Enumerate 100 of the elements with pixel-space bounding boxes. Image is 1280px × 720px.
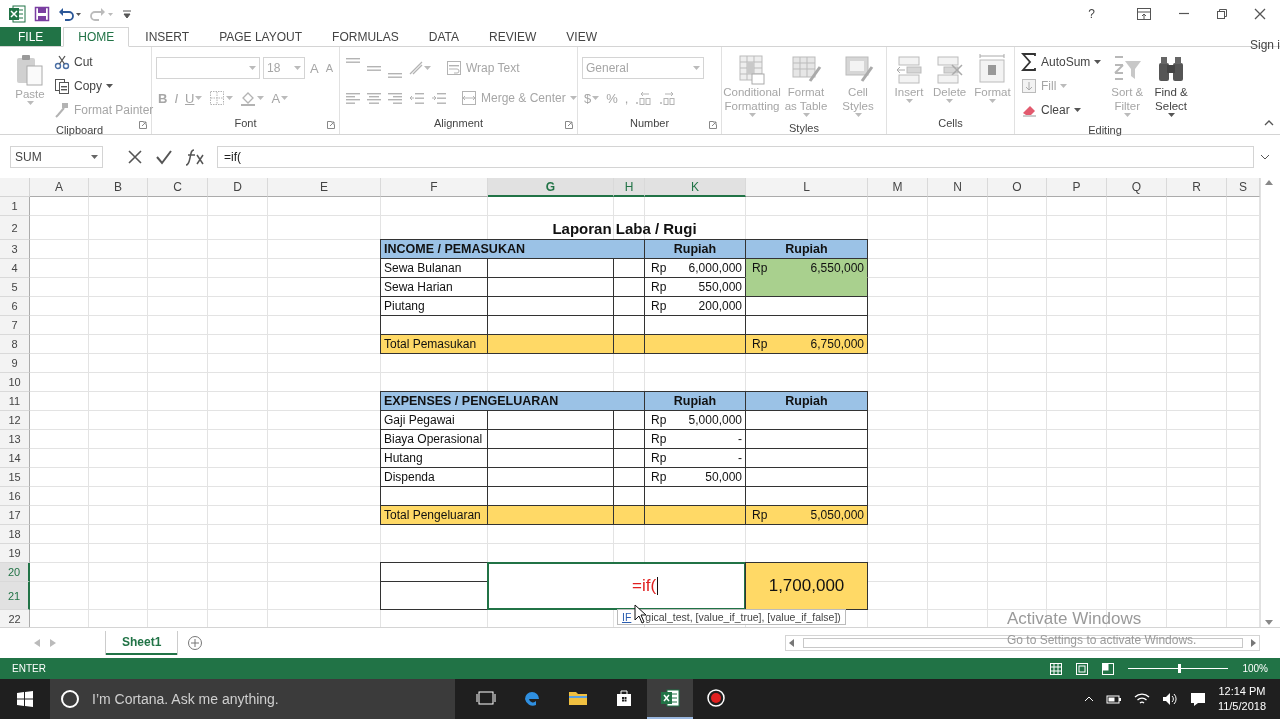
horizontal-scrollbar[interactable] [785,635,1260,651]
ribbon-button[interactable]: Clear [1019,99,1104,121]
column-header[interactable]: F [381,178,488,197]
column-header[interactable]: A [30,178,89,197]
customize-icon[interactable] [122,8,132,19]
ribbon-tab[interactable]: PAGE LAYOUT [205,27,317,46]
row-header[interactable]: 8 [0,335,30,354]
column-header[interactable]: S [1227,178,1260,197]
restore-icon[interactable] [1216,7,1228,20]
expand-icon[interactable] [1260,153,1270,160]
column-header[interactable]: C [148,178,208,197]
column-header[interactable]: D [208,178,268,197]
dialog-launcher-icon[interactable] [139,121,147,129]
row-header[interactable]: 20 [0,563,30,582]
ribbon-tab[interactable]: HOME [63,27,130,47]
notification-icon[interactable] [1189,692,1206,706]
ribbon-tab[interactable]: DATA [414,27,473,46]
column-header[interactable]: Q [1107,178,1167,197]
row-header[interactable]: 18 [0,525,30,544]
save-icon[interactable] [34,5,50,22]
show-hidden-icon[interactable] [1083,696,1094,702]
row-header[interactable]: 1 [0,197,30,216]
row-header[interactable]: 13 [0,430,30,449]
ribbon-button[interactable]: AutoSum [1019,51,1104,73]
row-header[interactable]: 16 [0,487,30,506]
scroll-up-icon[interactable] [1264,180,1273,185]
column-header[interactable]: H [614,178,645,197]
ribbon-tab[interactable]: FORMULAS [318,27,413,46]
row-header[interactable]: 6 [0,297,30,316]
taskbar-button[interactable] [647,679,693,719]
check-icon[interactable] [155,148,173,165]
column-header[interactable]: N [928,178,988,197]
row-header[interactable]: 9 [0,354,30,373]
column-header[interactable]: E [268,178,381,197]
row-header[interactable]: 5 [0,278,30,297]
wrap-text-icon [446,60,462,76]
sign-in-link[interactable]: Sign i [1249,21,1280,52]
ribbon-options-icon[interactable] [1136,6,1152,21]
row-header[interactable]: 19 [0,544,30,563]
page-break-icon[interactable] [1102,662,1115,675]
ribbon-tab[interactable]: REVIEW [475,27,551,46]
row-header[interactable]: 2 [0,216,30,240]
page-layout-icon[interactable] [1076,662,1089,675]
search-field[interactable]: I’m Cortana. Ask me anything. [90,690,450,708]
dialog-launcher-icon[interactable] [565,121,573,129]
column-header[interactable]: M [868,178,928,197]
collapse-icon[interactable] [1264,120,1274,126]
name-box[interactable]: SUM [10,145,103,168]
scroll-right-icon[interactable] [1251,639,1256,647]
ribbon-button[interactable]: Copy [52,75,156,97]
column-header[interactable]: G [488,178,614,197]
column-header[interactable]: B [89,178,148,197]
column-header[interactable]: R [1167,178,1227,197]
windows-start-icon[interactable] [17,691,33,707]
row-header[interactable]: 15 [0,468,30,487]
normal-view-icon[interactable] [1050,662,1063,675]
row-header[interactable]: 10 [0,373,30,392]
volume-icon[interactable] [1161,692,1178,706]
ribbon-tab[interactable]: VIEW [552,27,611,46]
function-icon[interactable] [185,147,205,166]
vertical-scrollbar[interactable] [1260,178,1276,627]
ribbon-tab[interactable]: INSERT [131,27,204,46]
row-header[interactable]: 17 [0,506,30,525]
row-header[interactable]: 7 [0,316,30,335]
scroll-down-icon[interactable] [1264,620,1273,625]
column-header[interactable]: P [1047,178,1107,197]
dialog-launcher-icon[interactable] [327,121,335,129]
clock-time[interactable]: 12:14 PM [1218,684,1266,699]
column-header[interactable]: L [746,178,868,197]
column-header[interactable]: K [645,178,746,197]
battery-icon[interactable] [1105,693,1122,705]
dialog-launcher-icon[interactable] [709,121,717,129]
ribbon-button[interactable]: Cut [52,51,156,73]
close-icon[interactable] [1254,7,1266,20]
minimize-icon[interactable] [1178,12,1190,15]
wifi-icon[interactable] [1133,692,1150,706]
row-header[interactable]: 3 [0,240,30,259]
add-sheet-icon[interactable] [187,635,204,651]
zoom-level[interactable]: 100% [1242,663,1268,674]
row-header[interactable]: 21 [0,582,30,610]
help-button[interactable]: ? [1074,6,1109,21]
row-header[interactable]: 14 [0,449,30,468]
currency-label: Rp [651,261,667,275]
formula-field[interactable]: =if( [217,145,1254,168]
ribbon-button[interactable]: Find & Select [1151,51,1191,121]
ribbon-tab[interactable]: FILE [0,27,62,46]
row-header[interactable]: 12 [0,411,30,430]
row-header[interactable]: 4 [0,259,30,278]
row-header[interactable]: 22 [0,610,30,627]
clock-date[interactable]: 11/5/2018 [1217,699,1266,714]
cancel-icon[interactable] [127,148,143,165]
column-header[interactable]: O [988,178,1047,197]
scroll-left-icon[interactable] [789,639,794,647]
search-box[interactable]: I’m Cortana. Ask me anything. [50,679,455,719]
zoom-thumb[interactable] [1178,664,1182,673]
cell-editor[interactable]: =if( [487,562,746,610]
merge-icon [461,90,477,106]
sheet-tab[interactable]: Sheet1 [106,631,178,655]
align-top-icon [346,58,360,63]
row-header[interactable]: 11 [0,392,30,411]
